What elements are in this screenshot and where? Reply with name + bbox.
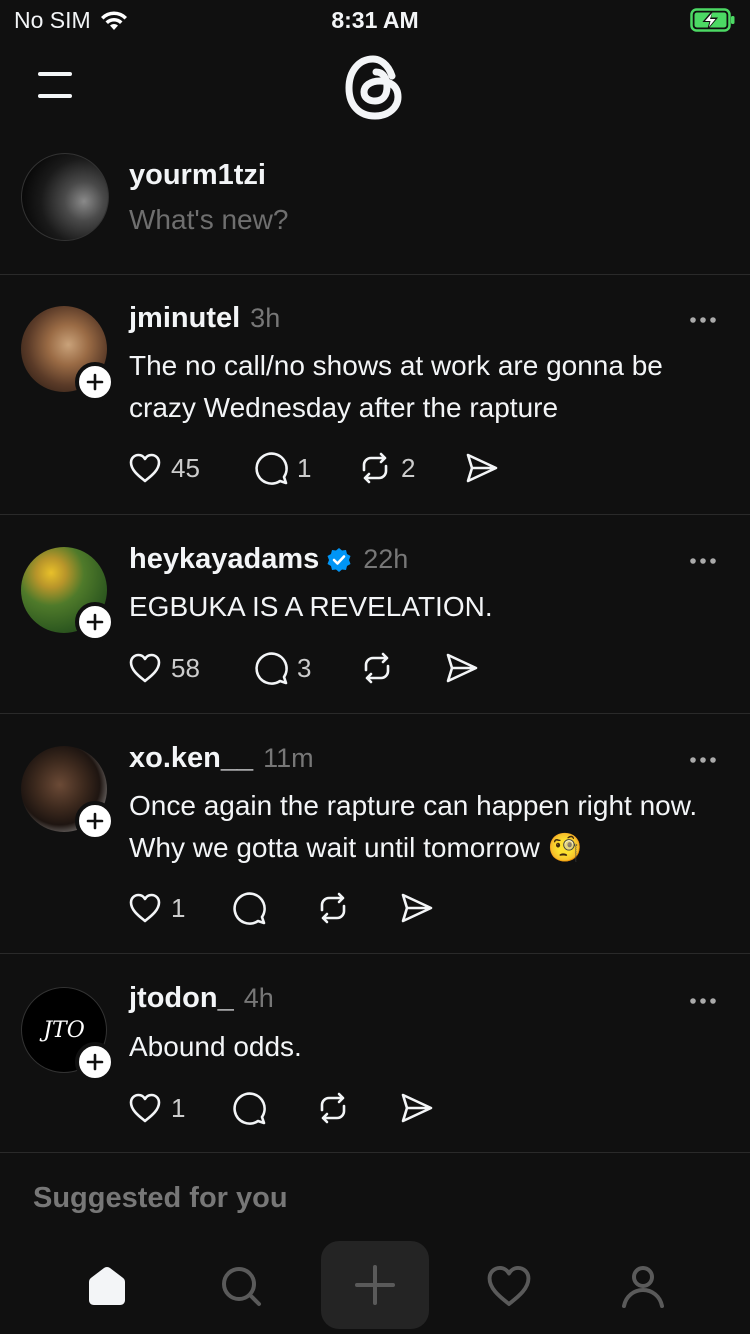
send-icon xyxy=(401,1093,433,1123)
repost-icon xyxy=(364,652,390,684)
post-timestamp: 11m xyxy=(263,743,314,773)
reply-button[interactable]: 1 xyxy=(253,448,311,488)
tab-home[interactable] xyxy=(77,1256,137,1316)
share-button[interactable] xyxy=(399,888,435,928)
repost-button[interactable] xyxy=(315,888,351,928)
heart-icon xyxy=(129,893,161,923)
like-button[interactable]: 45 xyxy=(127,448,200,488)
avatar[interactable] xyxy=(21,153,109,241)
repost-count: 2 xyxy=(401,452,416,483)
comment-icon xyxy=(255,452,288,485)
post-text: The no call/no shows at work are gonna b… xyxy=(129,350,663,423)
post-text: Once again the rapture can happen right … xyxy=(129,790,698,863)
follow-plus-icon[interactable] xyxy=(75,801,115,841)
repost-icon xyxy=(320,1092,346,1124)
post-username[interactable]: heykayadams xyxy=(129,543,319,576)
avatar-logo-text: JTO xyxy=(43,1017,85,1043)
post-text: Abound odds. xyxy=(129,1031,302,1062)
post-username[interactable]: jtodon_ xyxy=(129,982,234,1015)
repost-icon xyxy=(362,452,388,484)
share-button[interactable] xyxy=(464,448,500,488)
profile-icon xyxy=(622,1266,664,1308)
like-count: 1 xyxy=(171,1092,186,1123)
post-username[interactable]: jminutel xyxy=(129,302,240,335)
battery-charging-icon xyxy=(690,8,735,32)
send-icon xyxy=(446,653,478,683)
heart-icon xyxy=(129,653,161,683)
share-button[interactable] xyxy=(444,648,480,688)
like-button[interactable]: 58 xyxy=(127,648,200,688)
more-options-icon[interactable] xyxy=(688,556,718,566)
heart-icon xyxy=(487,1266,531,1306)
verified-badge-icon xyxy=(327,547,351,572)
repost-button[interactable] xyxy=(315,1088,351,1128)
status-bar: No SIM 8:31 AM xyxy=(0,0,750,40)
heart-icon xyxy=(129,1093,161,1123)
like-button[interactable]: 1 xyxy=(127,888,185,928)
thread-post[interactable]: xo.ken__ 11m Once again the rapture can … xyxy=(0,713,750,954)
follow-plus-icon[interactable] xyxy=(75,362,115,402)
like-count: 1 xyxy=(171,892,186,923)
like-count: 58 xyxy=(171,652,200,683)
reply-button[interactable] xyxy=(231,1088,267,1128)
follow-plus-icon[interactable] xyxy=(75,602,115,642)
comment-icon xyxy=(233,892,266,925)
comment-icon xyxy=(255,652,288,685)
post-timestamp: 4h xyxy=(243,983,274,1013)
threads-logo-icon[interactable] xyxy=(340,52,410,122)
bottom-tab-bar xyxy=(0,1236,750,1334)
tab-profile[interactable] xyxy=(613,1256,673,1316)
tab-create[interactable] xyxy=(321,1241,429,1329)
reply-button[interactable] xyxy=(231,888,267,928)
repost-button[interactable] xyxy=(359,648,395,688)
new-thread-composer[interactable]: yourm1tzi What's new? xyxy=(0,150,750,275)
reply-count: 3 xyxy=(297,652,312,683)
thread-post[interactable]: heykayadams 22h EGBUKA IS A REVELATION. … xyxy=(0,514,750,714)
composer-username: yourm1tzi xyxy=(129,159,266,191)
repost-icon xyxy=(320,892,346,924)
send-icon xyxy=(401,893,433,923)
tab-search[interactable] xyxy=(211,1256,271,1316)
comment-icon xyxy=(233,1092,266,1125)
reply-button[interactable]: 3 xyxy=(253,648,311,688)
clock: 8:31 AM xyxy=(331,7,419,33)
thread-post[interactable]: jminutel 3h The no call/no shows at work… xyxy=(0,274,750,515)
search-icon xyxy=(222,1267,261,1306)
like-button[interactable]: 1 xyxy=(127,1088,185,1128)
share-button[interactable] xyxy=(399,1088,435,1128)
top-navigation xyxy=(0,50,750,130)
like-count: 45 xyxy=(171,452,200,483)
create-icon xyxy=(355,1265,395,1305)
repost-button[interactable]: 2 xyxy=(357,448,415,488)
home-icon xyxy=(89,1266,125,1305)
more-options-icon[interactable] xyxy=(688,996,718,1006)
reply-count: 1 xyxy=(297,452,312,483)
thread-post[interactable]: JTO jtodon_ 4h Abound odds. 1 xyxy=(0,953,750,1153)
post-username[interactable]: xo.ken__ xyxy=(129,742,253,775)
post-timestamp: 3h xyxy=(250,303,281,333)
heart-icon xyxy=(129,453,161,483)
post-timestamp: 22h xyxy=(363,544,409,574)
more-options-icon[interactable] xyxy=(688,315,718,325)
composer-prompt[interactable]: What's new? xyxy=(129,204,288,236)
send-icon xyxy=(466,453,498,483)
more-options-icon[interactable] xyxy=(688,755,718,765)
post-text: EGBUKA IS A REVELATION. xyxy=(129,591,493,622)
menu-icon[interactable] xyxy=(36,70,76,100)
tab-activity[interactable] xyxy=(479,1256,539,1316)
follow-plus-icon[interactable] xyxy=(75,1042,115,1082)
suggested-section-title: Suggested for you xyxy=(33,1182,288,1214)
